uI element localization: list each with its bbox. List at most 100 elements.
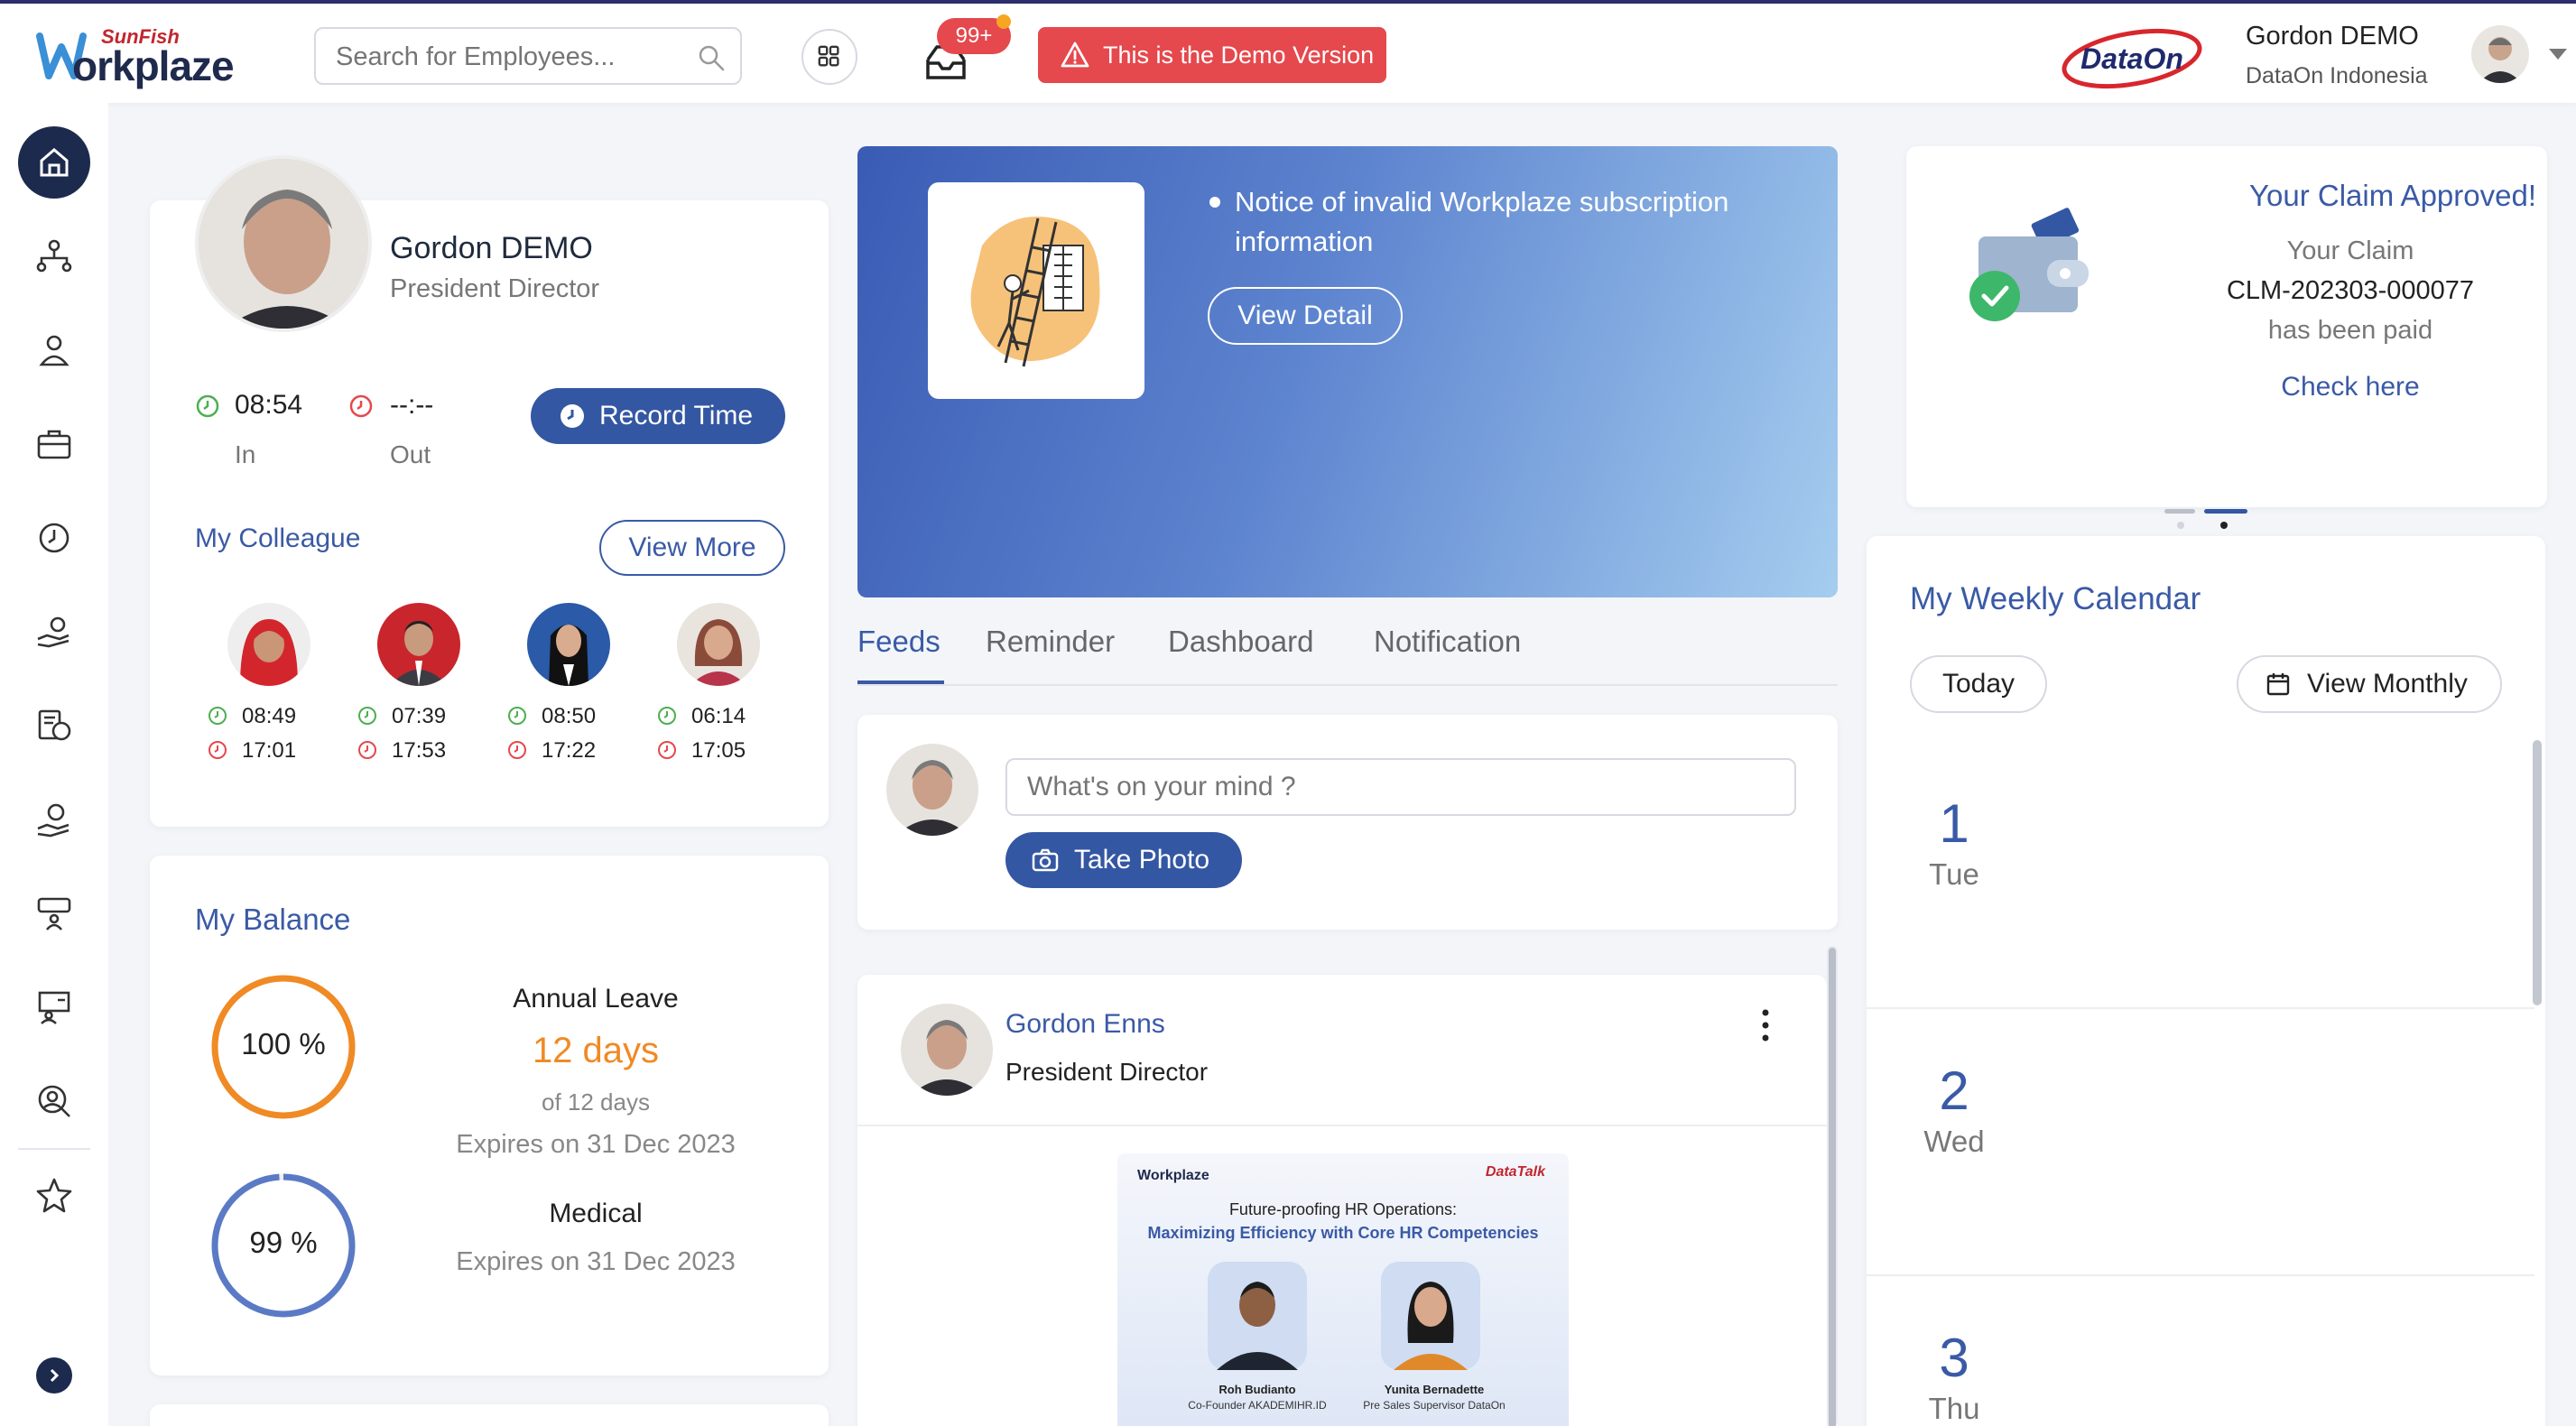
announcement-illustration [928,182,1144,399]
search-icon[interactable] [697,43,726,72]
tab-reminder[interactable]: Reminder [986,625,1115,659]
star-icon [36,1178,72,1213]
active-tab-indicator [857,681,944,684]
today-button[interactable]: Today [1910,655,2047,713]
calendar-day-number[interactable]: 2 [1913,1060,1995,1122]
calendar-day-number[interactable]: 1 [1913,792,1995,855]
sidebar-item-profile[interactable] [18,314,90,386]
search-input[interactable] [336,42,679,72]
sidebar-item-talent[interactable] [18,1065,90,1137]
clock-icon [561,404,584,428]
annual-leave-name: Annual Leave [513,984,679,1014]
user-name[interactable]: Gordon DEMO [2246,22,2419,51]
calendar-day-name: Wed [1923,1125,1985,1158]
banner-bullet [1209,197,1220,208]
announcement-text: Notice of invalid Workplaze subscription… [1235,186,1729,257]
colleague-item[interactable]: 08:50 17:22 [500,603,626,783]
sidebar-item-home[interactable] [18,126,90,199]
dataon-logo-mark: DataOn [2062,28,2202,89]
colleague-out-time: 17:53 [392,738,447,763]
annual-leave-of: of 12 days [542,1088,650,1116]
time-in-value: 08:54 [235,390,303,420]
logo-workplaze-text: orkplaze [72,42,235,89]
sidebar-divider [18,1148,90,1150]
time-out-label: Out [390,440,431,468]
medical-expires: Expires on 31 Dec 2023 [456,1247,736,1276]
colleague-item[interactable]: 08:49 17:01 [200,603,327,783]
speaker2-role: Pre Sales Supervisor DataOn [1363,1399,1506,1412]
profile-title: President Director [390,274,600,303]
view-monthly-button[interactable]: View Monthly [2237,655,2502,713]
sidebar-item-attendance[interactable] [18,502,90,574]
calendar-day-number[interactable]: 3 [1913,1327,1995,1389]
calendar-icon [2266,673,2290,696]
view-more-button[interactable]: View More [599,520,785,576]
clock-in-icon [208,707,227,725]
speaker1-photo [1208,1262,1307,1370]
post-image-subtitle: Maximizing Efficiency with Core HR Compe… [1147,1224,1539,1242]
take-photo-label: Take Photo [1074,845,1210,875]
post-image[interactable]: Workplaze DataTalk Future-proofing HR Op… [1117,1153,1569,1426]
colleague-in-row: 08:49 [208,704,296,729]
sidebar-item-learning[interactable] [18,971,90,1043]
carousel-dot-1[interactable] [2164,509,2195,514]
clock-in-icon [508,707,526,725]
colleague-avatar[interactable] [527,603,610,686]
profile-photo-image [199,159,368,329]
notification-dot [996,14,1011,29]
colleague-avatar[interactable] [677,603,760,686]
user-company: DataOn Indonesia [2246,63,2428,88]
clock-out-icon [358,741,376,759]
sidebar-item-training[interactable] [18,877,90,949]
carousel-dot-2[interactable] [2204,509,2247,514]
colleague-avatar-image [677,603,760,686]
sidebar-item-organization[interactable] [18,220,90,292]
feed-scrollbar-thumb[interactable] [1829,948,1836,1426]
user-menu-caret-icon[interactable] [2549,49,2567,60]
calendar-scrollbar[interactable] [2533,740,2542,1005]
profile-name: Gordon DEMO [390,231,593,265]
top-bar: SunFish orkplaze 99+ This is the Demo Ve… [0,0,2576,103]
dataon-logo-text: DataOn [2080,42,2183,75]
medical-name: Medical [549,1199,643,1228]
sidebar-item-payroll[interactable] [18,690,90,762]
next-card-stub [150,1404,829,1426]
more-options-icon[interactable] [1751,1005,1780,1045]
workplaze-logo[interactable]: SunFish orkplaze [36,23,262,89]
employee-search[interactable] [314,27,742,85]
claim-title: Your Claim Approved! [2249,179,2536,212]
calendar-day-divider [1867,1274,2534,1276]
user-avatar[interactable] [2471,25,2529,83]
clock-icon [39,523,69,553]
tab-dashboard[interactable]: Dashboard [1168,625,1313,659]
record-time-button[interactable]: Record Time [531,388,785,444]
hand-money-icon [37,616,69,648]
colleague-avatar[interactable] [227,603,310,686]
post-divider [857,1125,1827,1126]
speaker2-photo [1381,1262,1480,1370]
colleague-avatar[interactable] [377,603,460,686]
take-photo-button[interactable]: Take Photo [1005,832,1242,888]
post-image-title: Future-proofing HR Operations: [1228,1200,1458,1218]
tab-feeds[interactable]: Feeds [857,625,941,659]
tab-notification[interactable]: Notification [1374,625,1521,659]
check-here-link[interactable]: Check here [2161,372,2540,403]
colleague-item[interactable]: 06:14 17:05 [650,603,776,783]
home-icon [40,148,69,177]
sidebar-item-claim[interactable] [18,596,90,668]
time-in-label: In [235,440,256,468]
colleague-item[interactable]: 07:39 17:53 [350,603,477,783]
demo-version-banner: This is the Demo Version [1038,27,1386,83]
post-author-avatar[interactable] [901,1004,993,1096]
sidebar-item-work[interactable] [18,408,90,480]
sidebar-item-benefit[interactable] [18,783,90,856]
sidebar-item-favorites[interactable] [18,1159,90,1231]
post-author-name[interactable]: Gordon Enns [1005,1009,1165,1040]
view-detail-button[interactable]: View Detail [1208,287,1403,345]
colleague-title: My Colleague [195,523,361,553]
sidebar-expand-button[interactable] [36,1357,72,1394]
whats-on-your-mind-input[interactable] [1005,758,1796,816]
apps-grid-button[interactable] [802,29,857,85]
post-composer [857,715,1838,930]
post-author-role: President Director [1005,1058,1209,1086]
